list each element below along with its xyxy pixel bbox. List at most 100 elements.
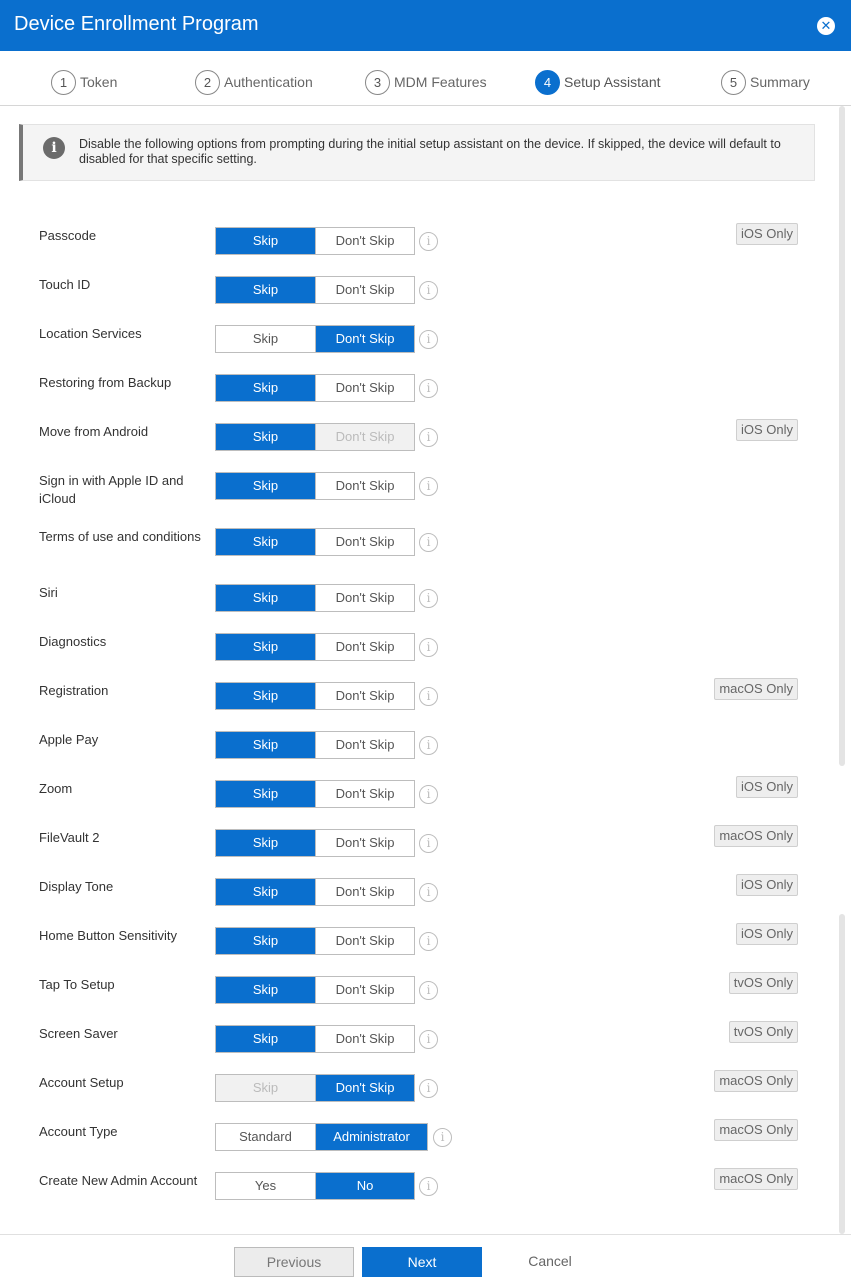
- toggle-option-right[interactable]: Administrator: [315, 1124, 427, 1150]
- next-button[interactable]: Next: [362, 1247, 482, 1277]
- scrollbar-track-lower[interactable]: [839, 914, 845, 1234]
- scrollbar[interactable]: [838, 106, 847, 1234]
- toggle-option-right[interactable]: Don't Skip: [315, 977, 414, 1003]
- toggle-option-left[interactable]: Skip: [216, 879, 315, 905]
- step-label: Authentication: [224, 74, 313, 90]
- toggle-option-right[interactable]: Don't Skip: [315, 928, 414, 954]
- skip-toggle[interactable]: Standard Administrator: [215, 1123, 428, 1151]
- toggle-option-left[interactable]: Skip: [216, 634, 315, 660]
- toggle-option-left[interactable]: Skip: [216, 585, 315, 611]
- toggle-option-right[interactable]: Don't Skip: [315, 585, 414, 611]
- info-circle-icon[interactable]: i: [419, 1030, 438, 1049]
- toggle-option-right[interactable]: Don't Skip: [315, 228, 414, 254]
- toggle-option-right[interactable]: Don't Skip: [315, 634, 414, 660]
- info-circle-icon[interactable]: i: [419, 883, 438, 902]
- skip-toggle[interactable]: Skip Don't Skip: [215, 829, 415, 857]
- toggle-option-left[interactable]: Yes: [216, 1173, 315, 1199]
- scrollbar-track-upper[interactable]: [839, 106, 845, 766]
- info-circle-icon[interactable]: i: [433, 1128, 452, 1147]
- info-circle-icon[interactable]: i: [419, 1079, 438, 1098]
- platform-badge: tvOS Only: [728, 1021, 798, 1043]
- info-circle-icon[interactable]: i: [419, 281, 438, 300]
- info-circle-icon[interactable]: i: [419, 785, 438, 804]
- previous-button[interactable]: Previous: [234, 1247, 354, 1277]
- option-label: Location Services: [39, 326, 142, 341]
- info-text: Disable the following options from promp…: [79, 137, 781, 166]
- option-label: Terms of use and conditions: [39, 529, 201, 544]
- skip-toggle[interactable]: Skip Don't Skip: [215, 1025, 415, 1053]
- skip-toggle[interactable]: Skip Don't Skip: [215, 682, 415, 710]
- step-number: 1: [51, 69, 76, 95]
- toggle-option-left[interactable]: Skip: [216, 1026, 315, 1052]
- info-circle-icon[interactable]: i: [419, 932, 438, 951]
- skip-toggle[interactable]: Skip Don't Skip: [215, 633, 415, 661]
- toggle-option-left[interactable]: Skip: [216, 928, 315, 954]
- info-circle-icon[interactable]: i: [419, 638, 438, 657]
- info-circle-icon[interactable]: i: [419, 477, 438, 496]
- toggle-option-left[interactable]: Skip: [216, 683, 315, 709]
- skip-toggle[interactable]: Skip Don't Skip: [215, 374, 415, 402]
- wizard-step-2[interactable]: 2 Authentication: [195, 69, 313, 95]
- toggle-option-left[interactable]: Skip: [216, 529, 315, 555]
- skip-toggle[interactable]: Skip Don't Skip: [215, 976, 415, 1004]
- skip-toggle[interactable]: Yes No: [215, 1172, 415, 1200]
- toggle-option-right[interactable]: Don't Skip: [315, 473, 414, 499]
- toggle-option-right[interactable]: Don't Skip: [315, 781, 414, 807]
- toggle-option-left[interactable]: Skip: [216, 473, 315, 499]
- info-circle-icon[interactable]: i: [419, 533, 438, 552]
- toggle-option-right[interactable]: Don't Skip: [315, 1026, 414, 1052]
- toggle-option-left[interactable]: Skip: [216, 228, 315, 254]
- toggle-option-left[interactable]: Standard: [216, 1124, 315, 1150]
- skip-toggle[interactable]: Skip Don't Skip: [215, 276, 415, 304]
- toggle-option-right[interactable]: Don't Skip: [315, 830, 414, 856]
- skip-toggle[interactable]: Skip Don't Skip: [215, 780, 415, 808]
- platform-badge: iOS Only: [735, 923, 798, 945]
- info-circle-icon[interactable]: i: [419, 687, 438, 706]
- wizard-step-5[interactable]: 5 Summary: [721, 69, 810, 95]
- wizard-step-3[interactable]: 3 MDM Features: [365, 69, 487, 95]
- toggle-option-left[interactable]: Skip: [216, 977, 315, 1003]
- toggle-option-right[interactable]: Don't Skip: [315, 529, 414, 555]
- skip-toggle[interactable]: Skip Don't Skip: [215, 423, 415, 451]
- skip-toggle[interactable]: Skip Don't Skip: [215, 927, 415, 955]
- info-circle-icon[interactable]: i: [419, 834, 438, 853]
- skip-toggle[interactable]: Skip Don't Skip: [215, 472, 415, 500]
- toggle-option-right[interactable]: Don't Skip: [315, 1075, 414, 1101]
- skip-toggle[interactable]: Skip Don't Skip: [215, 878, 415, 906]
- toggle-option-right[interactable]: Don't Skip: [315, 375, 414, 401]
- skip-toggle[interactable]: Skip Don't Skip: [215, 528, 415, 556]
- toggle-option-right[interactable]: Don't Skip: [315, 326, 414, 352]
- info-circle-icon[interactable]: i: [419, 232, 438, 251]
- skip-toggle[interactable]: Skip Don't Skip: [215, 584, 415, 612]
- toggle-option-left[interactable]: Skip: [216, 277, 315, 303]
- toggle-option-right[interactable]: Don't Skip: [315, 424, 414, 450]
- info-circle-icon[interactable]: i: [419, 330, 438, 349]
- info-circle-icon[interactable]: i: [419, 736, 438, 755]
- toggle-option-left[interactable]: Skip: [216, 732, 315, 758]
- info-circle-icon[interactable]: i: [419, 981, 438, 1000]
- toggle-option-left[interactable]: Skip: [216, 781, 315, 807]
- toggle-option-left[interactable]: Skip: [216, 375, 315, 401]
- skip-toggle[interactable]: Skip Don't Skip: [215, 227, 415, 255]
- cancel-button[interactable]: Cancel: [510, 1247, 590, 1277]
- toggle-option-right[interactable]: Don't Skip: [315, 683, 414, 709]
- toggle-option-right[interactable]: Don't Skip: [315, 732, 414, 758]
- skip-toggle[interactable]: Skip Don't Skip: [215, 1074, 415, 1102]
- info-circle-icon[interactable]: i: [419, 1177, 438, 1196]
- toggle-option-left[interactable]: Skip: [216, 424, 315, 450]
- toggle-option-left[interactable]: Skip: [216, 1075, 315, 1101]
- toggle-option-right[interactable]: Don't Skip: [315, 879, 414, 905]
- toggle-option-right[interactable]: Don't Skip: [315, 277, 414, 303]
- skip-toggle[interactable]: Skip Don't Skip: [215, 325, 415, 353]
- info-circle-icon[interactable]: i: [419, 589, 438, 608]
- wizard-step-1[interactable]: 1 Token: [51, 69, 117, 95]
- skip-toggle[interactable]: Skip Don't Skip: [215, 731, 415, 759]
- close-icon[interactable]: ✕: [817, 17, 835, 35]
- option-label: Passcode: [39, 228, 97, 243]
- wizard-step-4[interactable]: 4 Setup Assistant: [535, 69, 661, 95]
- info-circle-icon[interactable]: i: [419, 428, 438, 447]
- toggle-option-right[interactable]: No: [315, 1173, 414, 1199]
- toggle-option-left[interactable]: Skip: [216, 830, 315, 856]
- toggle-option-left[interactable]: Skip: [216, 326, 315, 352]
- info-circle-icon[interactable]: i: [419, 379, 438, 398]
